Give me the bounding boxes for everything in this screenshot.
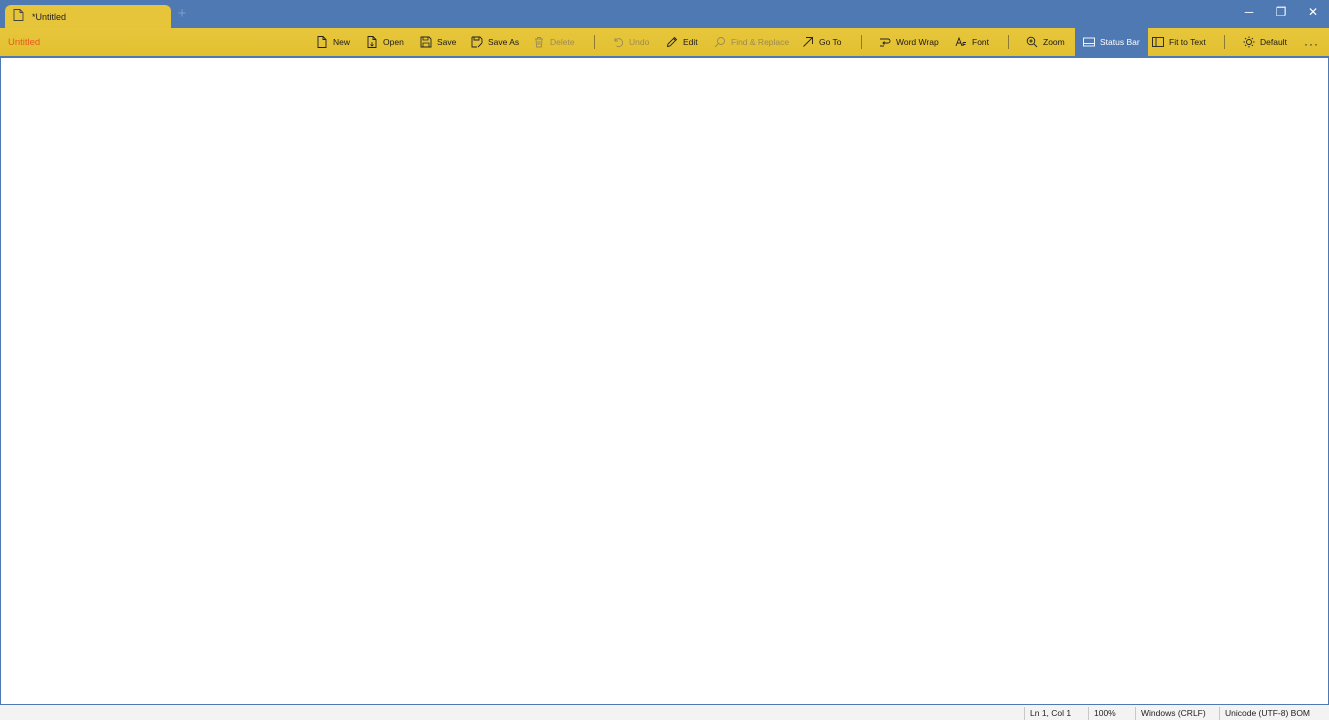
trash-icon <box>535 37 543 48</box>
zoom-label: Zoom <box>1043 37 1065 47</box>
save-as-button[interactable]: Save As <box>471 31 519 53</box>
status-bar: Ln 1, Col 1 100% Windows (CRLF) Unicode … <box>0 705 1329 720</box>
document-name: Untitled <box>8 37 41 48</box>
more-options-icon[interactable]: ··· <box>1304 37 1319 51</box>
zoom-button[interactable]: Zoom <box>1026 31 1065 53</box>
save-label: Save <box>437 37 457 47</box>
find-replace-button[interactable]: Find & Replace <box>714 31 789 53</box>
close-button[interactable]: ✕ <box>1297 0 1329 24</box>
fit-to-text-button[interactable]: Fit to Text <box>1152 31 1206 53</box>
toolbar-separator <box>861 35 862 49</box>
edit-button[interactable]: Edit <box>666 31 698 53</box>
word-wrap-label: Word Wrap <box>896 37 939 47</box>
zoom-level: 100% <box>1094 708 1116 718</box>
word-wrap-icon <box>880 38 891 47</box>
go-to-label: Go To <box>819 37 842 47</box>
word-wrap-button[interactable]: Word Wrap <box>879 31 939 53</box>
new-file-icon <box>317 36 327 48</box>
go-to-button[interactable]: Go To <box>802 31 842 53</box>
save-icon <box>420 36 432 48</box>
zoom-icon <box>1026 36 1038 48</box>
open-button[interactable]: Open <box>366 31 404 53</box>
theme-label: Default <box>1260 37 1287 47</box>
pencil-icon <box>666 36 678 48</box>
delete-button[interactable]: Delete <box>533 31 575 53</box>
edit-label: Edit <box>683 37 698 47</box>
encoding: Unicode (UTF-8) BOM <box>1225 708 1311 718</box>
line-ending: Windows (CRLF) <box>1141 708 1206 718</box>
save-as-icon <box>471 36 483 48</box>
status-separator <box>1135 707 1136 720</box>
status-separator <box>1088 707 1089 720</box>
find-replace-label: Find & Replace <box>731 37 790 47</box>
save-as-label: Save As <box>488 37 520 47</box>
minimize-button[interactable]: ─ <box>1233 0 1265 24</box>
fit-to-text-icon <box>1152 37 1164 47</box>
font-button[interactable]: Font <box>955 31 989 53</box>
fit-to-text-label: Fit to Text <box>1169 37 1206 47</box>
status-bar-label: Status Bar <box>1100 37 1140 47</box>
save-button[interactable]: Save <box>420 31 456 53</box>
sun-icon <box>1243 36 1255 48</box>
status-bar-toggle[interactable]: Status Bar <box>1075 28 1148 56</box>
tab-title: *Untitled <box>32 11 67 22</box>
status-bar-icon <box>1083 37 1095 47</box>
theme-button[interactable]: Default <box>1243 31 1287 53</box>
document-icon <box>13 8 24 26</box>
status-separator <box>1219 707 1220 720</box>
cursor-position: Ln 1, Col 1 <box>1030 708 1072 718</box>
toolbar: Untitled New Open Save Save As Delete Un… <box>0 28 1329 56</box>
toolbar-separator <box>1224 35 1225 49</box>
restore-button[interactable]: ❐ <box>1265 0 1297 24</box>
find-icon <box>714 37 725 48</box>
new-tab-button[interactable]: + <box>175 6 189 21</box>
status-separator <box>1024 707 1025 720</box>
arrow-up-right-icon <box>803 37 813 47</box>
new-button[interactable]: New <box>316 31 350 53</box>
undo-label: Undo <box>629 37 650 47</box>
font-label: Font <box>972 37 990 47</box>
font-icon <box>955 36 966 47</box>
editor-area <box>0 56 1329 705</box>
toolbar-separator <box>594 35 595 49</box>
open-label: Open <box>383 37 404 47</box>
toolbar-separator <box>1008 35 1009 49</box>
title-bar: *Untitled + ─ ❐ ✕ <box>0 0 1329 28</box>
tab-untitled[interactable]: *Untitled <box>5 5 171 28</box>
text-editor[interactable] <box>1 58 1328 704</box>
undo-icon <box>614 38 624 48</box>
delete-label: Delete <box>550 37 575 47</box>
open-file-icon <box>367 36 377 48</box>
undo-button[interactable]: Undo <box>612 31 649 53</box>
new-label: New <box>333 37 351 47</box>
